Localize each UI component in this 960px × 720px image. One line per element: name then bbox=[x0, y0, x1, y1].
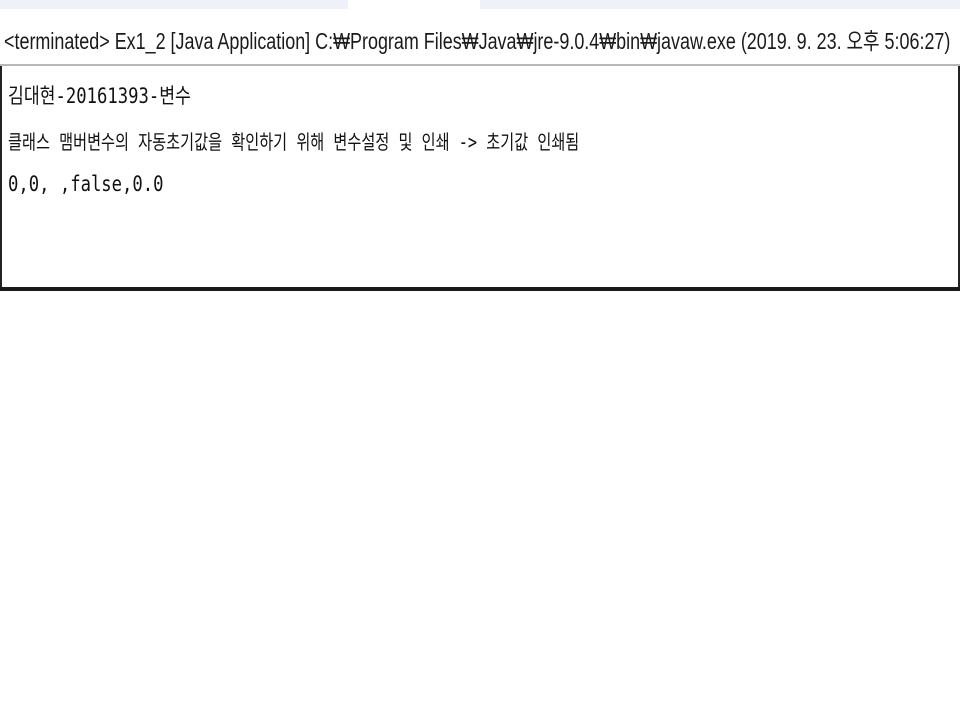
console-header: <terminated> Ex1_2 [Java Application] C:… bbox=[4, 14, 954, 64]
console-view: <terminated> Ex1_2 [Java Application] C:… bbox=[0, 0, 960, 292]
console-output-line: 클래스 맴버변수의 자동초기값을 확인하기 위해 변수설정 및 인쇄 -> 초기… bbox=[8, 130, 580, 154]
console-output-line: 0,0, ,false,0.0 bbox=[8, 172, 164, 196]
console-tab[interactable] bbox=[348, 0, 480, 9]
console-output-line: 김대현-20161393-변수 bbox=[8, 84, 191, 108]
console-bottom-border bbox=[0, 287, 960, 291]
process-status-label: <terminated> Ex1_2 [Java Application] C:… bbox=[4, 28, 951, 54]
view-tab-strip bbox=[0, 0, 960, 9]
